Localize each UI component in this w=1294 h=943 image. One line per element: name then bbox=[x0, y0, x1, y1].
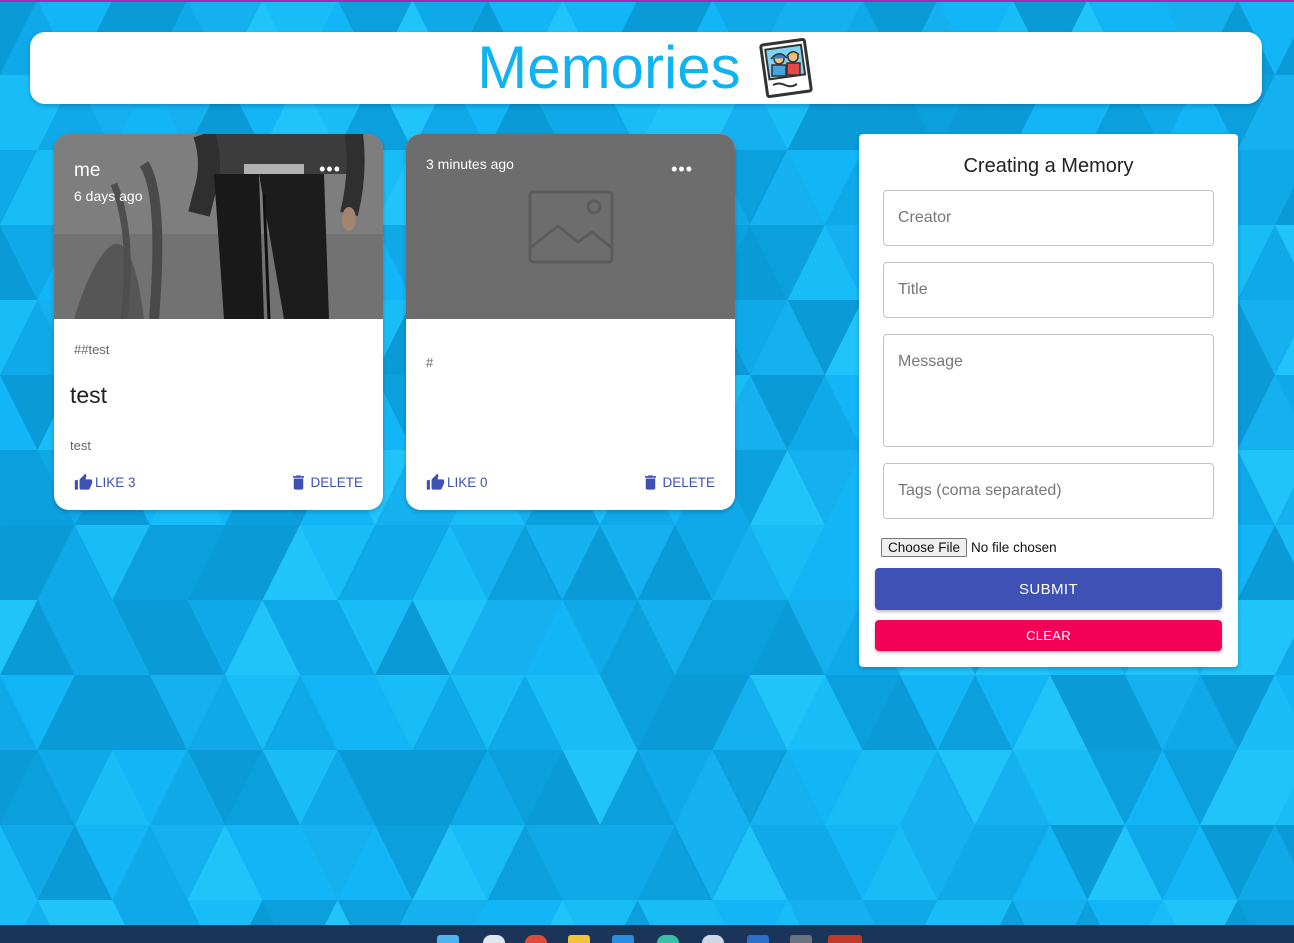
app-icon[interactable] bbox=[702, 935, 724, 943]
delete-button[interactable]: DELETE bbox=[289, 473, 363, 492]
code-editor-icon[interactable] bbox=[747, 935, 769, 943]
photo-memories-icon bbox=[759, 37, 813, 99]
like-label: LIKE 0 bbox=[447, 475, 488, 490]
message-input[interactable] bbox=[883, 334, 1214, 447]
post-actions: LIKE 0 DELETE bbox=[406, 460, 735, 510]
delete-label: DELETE bbox=[310, 475, 363, 490]
trash-icon bbox=[645, 475, 657, 490]
creator-input[interactable] bbox=[883, 190, 1214, 246]
post-time: 6 days ago bbox=[74, 188, 143, 204]
post-tags: # bbox=[426, 355, 434, 370]
start-icon[interactable] bbox=[437, 935, 459, 943]
folder-icon[interactable] bbox=[568, 935, 590, 943]
post-card: me 6 days ago ••• ##test test test LIKE … bbox=[54, 134, 383, 510]
file-status: No file chosen bbox=[971, 540, 1057, 555]
post-creator: me bbox=[74, 160, 101, 181]
os-taskbar bbox=[0, 925, 1294, 943]
browser-icon[interactable] bbox=[525, 935, 547, 943]
title-input[interactable] bbox=[883, 262, 1214, 318]
search-icon[interactable] bbox=[483, 935, 505, 943]
app-bar: Memories bbox=[30, 32, 1262, 104]
submit-button[interactable]: SUBMIT bbox=[875, 568, 1222, 610]
file-input: Choose File No file chosen bbox=[881, 538, 1057, 557]
trash-icon bbox=[293, 475, 305, 490]
post-card: 3 minutes ago ••• # LIKE 0 DELETE bbox=[406, 134, 735, 510]
choose-file-button[interactable]: Choose File bbox=[881, 538, 968, 557]
thumb-up-icon bbox=[74, 473, 93, 490]
clear-button[interactable]: CLEAR bbox=[875, 620, 1222, 651]
delete-button[interactable]: DELETE bbox=[641, 473, 715, 492]
window-top-border bbox=[0, 0, 1294, 2]
more-options-icon[interactable]: ••• bbox=[671, 160, 693, 178]
like-label: LIKE 3 bbox=[95, 475, 136, 490]
post-message: test bbox=[70, 438, 91, 453]
post-time: 3 minutes ago bbox=[426, 156, 514, 172]
app-title: Memories bbox=[477, 34, 741, 101]
like-button[interactable]: LIKE 0 bbox=[426, 473, 488, 492]
memory-form: Creating a Memory Choose File No file ch… bbox=[859, 134, 1238, 667]
tags-input[interactable] bbox=[883, 463, 1214, 519]
active-app-icon[interactable] bbox=[828, 935, 862, 943]
terminal-icon[interactable] bbox=[790, 935, 812, 943]
post-tags: ##test bbox=[74, 342, 110, 357]
form-title: Creating a Memory bbox=[963, 155, 1134, 177]
delete-label: DELETE bbox=[662, 475, 715, 490]
app-icon[interactable] bbox=[657, 935, 679, 943]
post-actions: LIKE 3 DELETE bbox=[54, 460, 383, 510]
more-options-icon[interactable]: ••• bbox=[319, 160, 341, 178]
placeholder-image-icon bbox=[528, 190, 614, 264]
like-button[interactable]: LIKE 3 bbox=[74, 473, 136, 492]
store-icon[interactable] bbox=[612, 935, 634, 943]
post-title: test bbox=[70, 382, 108, 408]
thumb-up-icon bbox=[426, 473, 445, 490]
